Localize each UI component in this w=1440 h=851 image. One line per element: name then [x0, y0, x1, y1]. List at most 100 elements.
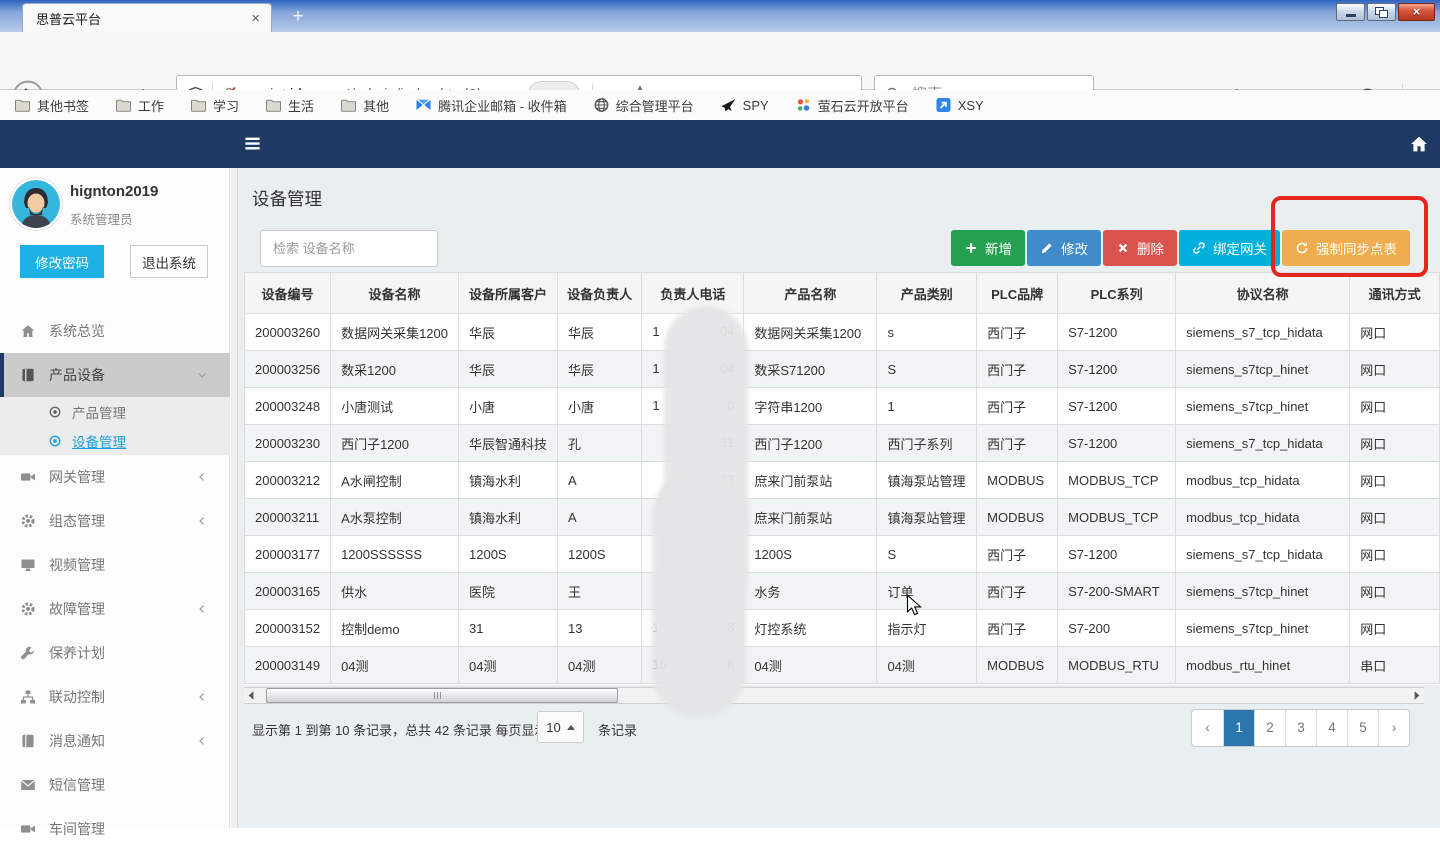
close-button[interactable]: × [1398, 3, 1435, 21]
table-row[interactable]: 200003230西门子1200华辰智通科技孔31西门子1200西门子系列西门子… [245, 425, 1440, 462]
scroll-left-icon[interactable] [244, 688, 259, 703]
minimize-button[interactable] [1336, 3, 1365, 21]
sidebar-item-车间管理[interactable]: 车间管理 [0, 807, 230, 851]
table-cell: 网口 [1350, 351, 1440, 388]
new-tab-button[interactable]: + [284, 6, 312, 29]
change-password-button[interactable]: 修改密码 [20, 245, 104, 278]
table-header-cell[interactable]: 设备名称 [331, 273, 459, 314]
table-cell: 04测 [877, 647, 977, 684]
device-search-input[interactable] [271, 240, 427, 257]
book-icon [20, 733, 36, 749]
table-cell: siemens_s7_tcp_hidata [1176, 536, 1350, 573]
table-header-cell[interactable]: 通讯方式 [1350, 273, 1440, 314]
bookmark-item[interactable]: 学习 [190, 96, 239, 115]
table-row[interactable]: 200003256数采1200华辰华辰104数采S71200S西门子S7-120… [245, 351, 1440, 388]
table-header-cell[interactable]: 产品名称 [744, 273, 877, 314]
table-header-cell[interactable]: 设备负责人 [558, 273, 642, 314]
table-header-cell[interactable]: 协议名称 [1176, 273, 1350, 314]
folder-icon [265, 97, 282, 113]
table-header-cell[interactable]: 设备所属客户 [459, 273, 558, 314]
bookmark-item[interactable]: XSY [935, 97, 984, 113]
sidebar-item-组态管理[interactable]: 组态管理 [0, 499, 230, 543]
table-row[interactable]: 200003248小唐测试小唐小唐10字符串12001西门子S7-1200sie… [245, 388, 1440, 425]
toolbar-button-修改[interactable]: 修改 [1027, 230, 1101, 266]
submenu-item-设备管理[interactable]: 设备管理 [0, 426, 230, 455]
table-row[interactable]: 200003211A水泵控制镇海水利A33庶来门前泵站镇海泵站管理MODBUSM… [245, 499, 1440, 536]
table-cell: s [877, 314, 977, 351]
sidebar-toggle-icon[interactable] [243, 134, 262, 153]
toolbar-button-绑定网关[interactable]: 绑定网关 [1179, 230, 1280, 266]
table-cell: 医院 [459, 573, 558, 610]
table-cell: 孔 [558, 425, 642, 462]
table-cell: 小唐 [459, 388, 558, 425]
page-button-2[interactable]: 2 [1254, 710, 1285, 746]
chevron-left-icon [196, 603, 208, 615]
submenu-item-产品管理[interactable]: 产品管理 [0, 397, 230, 426]
page-button-1[interactable]: 1 [1223, 710, 1254, 746]
bookmark-item[interactable]: 工作 [115, 96, 164, 115]
device-search-box[interactable] [260, 230, 438, 267]
bookmark-label: 萤石云开放平台 [818, 96, 909, 115]
table-cell: 西门子 [977, 610, 1058, 647]
sidebar-item-label: 产品设备 [49, 365, 105, 385]
browser-tab[interactable]: 思普云平台 × [22, 3, 272, 32]
tab-close-icon[interactable]: × [248, 10, 263, 27]
bookmark-item[interactable]: SPY [720, 97, 769, 113]
toolbar-button-label: 修改 [1061, 238, 1088, 258]
sidebar-item-产品设备[interactable]: 产品设备 [0, 353, 230, 397]
page-size-select[interactable]: 10 [537, 711, 584, 743]
sidebar-item-短信管理[interactable]: 短信管理 [0, 763, 230, 807]
table-header-cell[interactable]: PLC系列 [1058, 273, 1176, 314]
sidebar-menu: 系统总览产品设备产品管理设备管理网关管理组态管理视频管理故障管理保养计划联动控制… [0, 309, 230, 851]
table-cell: siemens_s7tcp_hinet [1176, 573, 1350, 610]
bookmark-item[interactable]: 其他书签 [14, 96, 89, 115]
sidebar-item-保养计划[interactable]: 保养计划 [0, 631, 230, 675]
arrowsq-icon [935, 97, 952, 113]
sidebar-item-消息通知[interactable]: 消息通知 [0, 719, 230, 763]
sidebar-item-label: 车间管理 [49, 819, 105, 839]
bookmark-item[interactable]: 萤石云开放平台 [795, 96, 909, 115]
table-header-cell[interactable]: 设备编号 [245, 273, 331, 314]
sidebar-item-故障管理[interactable]: 故障管理 [0, 587, 230, 631]
table-row[interactable]: 200003212A水闸控制镇海水利A33庶来门前泵站镇海泵站管理MODBUSM… [245, 462, 1440, 499]
table-header-cell[interactable]: PLC品牌 [977, 273, 1058, 314]
bookmark-item[interactable]: 其他 [340, 96, 389, 115]
page-next-button[interactable]: › [1378, 710, 1409, 746]
app-home-icon[interactable] [1410, 135, 1428, 153]
bookmark-item[interactable]: 腾讯企业邮箱 - 收件箱 [415, 96, 567, 115]
table-cell: 网口 [1350, 425, 1440, 462]
logout-button[interactable]: 退出系统 [130, 245, 208, 278]
scroll-right-icon[interactable] [1409, 688, 1424, 703]
page-button-3[interactable]: 3 [1285, 710, 1316, 746]
table-cell: 西门子 [977, 573, 1058, 610]
records-suffix: 条记录 [598, 720, 637, 739]
table-row[interactable]: 200003260数据网关采集1200华辰华辰104数据网关采集1200s西门子… [245, 314, 1440, 351]
table-row[interactable]: 20000314904测04测04测15804测04测MODBUSMODBUS_… [245, 647, 1440, 684]
sidebar-item-联动控制[interactable]: 联动控制 [0, 675, 230, 719]
content-scrollbar-strip[interactable] [231, 168, 238, 828]
page-button-4[interactable]: 4 [1316, 710, 1347, 746]
bookmark-item[interactable]: 生活 [265, 96, 314, 115]
table-row[interactable]: 2000031771200SSSSSS1200S1200S881200SS西门子… [245, 536, 1440, 573]
page-prev-button[interactable]: ‹ [1192, 710, 1223, 746]
toolbar-button-新增[interactable]: 新增 [951, 230, 1025, 266]
sidebar-item-系统总览[interactable]: 系统总览 [0, 309, 230, 353]
page-button-5[interactable]: 5 [1347, 710, 1378, 746]
table-row[interactable]: 200003165供水医院王41水务订单西门子S7-200-SMARTsieme… [245, 573, 1440, 610]
table-cell: MODBUS_RTU [1058, 647, 1176, 684]
restore-button[interactable] [1367, 3, 1396, 21]
sidebar-item-视频管理[interactable]: 视频管理 [0, 543, 230, 587]
table-cell: 数采1200 [331, 351, 459, 388]
sidebar-item-网关管理[interactable]: 网关管理 [0, 455, 230, 499]
table-cell: 庶来门前泵站 [744, 499, 877, 536]
table-cell: 镇海水利 [459, 462, 558, 499]
scrollbar-grip [434, 692, 446, 699]
sidebar-submenu: 产品管理设备管理 [0, 397, 230, 455]
table-header-cell[interactable]: 产品类别 [877, 273, 977, 314]
bookmark-item[interactable]: 综合管理平台 [593, 96, 694, 115]
table-cell: 华辰智通科技 [459, 425, 558, 462]
toolbar-button-删除[interactable]: 删除 [1103, 230, 1177, 266]
user-role: 系统管理员 [70, 209, 133, 228]
table-row[interactable]: 200003152控制demo311318灯控系统指示灯西门子S7-200sie… [245, 610, 1440, 647]
sidebar-item-label: 网关管理 [49, 467, 105, 487]
